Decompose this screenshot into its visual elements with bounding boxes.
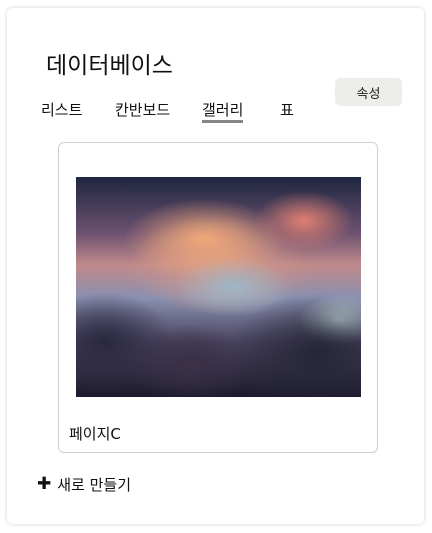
tab-gallery[interactable]: 갤러리: [202, 99, 244, 123]
card-title: 페이지C: [69, 425, 121, 443]
database-title: 데이터베이스: [46, 53, 173, 79]
card-cover-image: [76, 177, 361, 397]
plus-icon: ✚: [37, 474, 52, 494]
gallery-card[interactable]: 페이지C: [58, 142, 378, 453]
tab-table[interactable]: 표: [280, 99, 294, 120]
tab-list[interactable]: 리스트: [41, 99, 82, 120]
database-panel: 데이터베이스 속성 리스트 칸반보드 갤러리 표 페이지C ✚ 새로 만들기: [7, 8, 424, 524]
new-page-label: 새로 만들기: [57, 476, 132, 494]
new-page-button[interactable]: ✚ 새로 만들기: [37, 474, 131, 495]
tab-kanban[interactable]: 칸반보드: [115, 99, 170, 120]
properties-button[interactable]: 속성: [335, 78, 402, 106]
